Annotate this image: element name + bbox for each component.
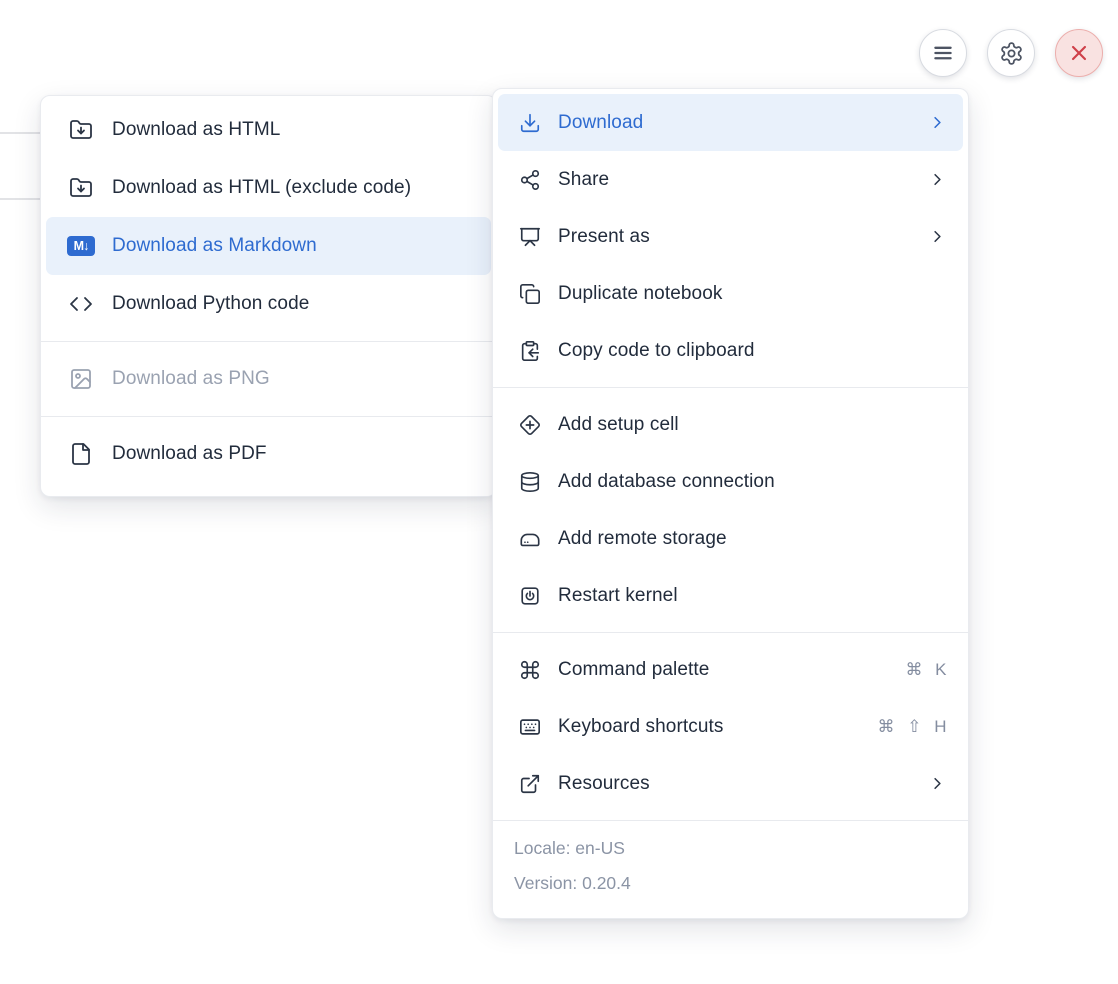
- menu-item-download[interactable]: Download: [498, 94, 963, 151]
- menu-item-download-as-html-exclude-code[interactable]: Download as HTML (exclude code): [46, 159, 491, 217]
- gear-icon: [999, 41, 1024, 66]
- menu-item-label: Resources: [558, 773, 650, 795]
- menu-section: Download Share Present as Duplicate noteboo…: [493, 94, 968, 387]
- storage-drive-icon: [519, 528, 541, 550]
- menu-item-keyboard-shortcuts[interactable]: Keyboard shortcuts ⌘ ⇧ H: [498, 698, 963, 755]
- notebook-menu: Download Share Present as Duplicate noteboo…: [492, 88, 969, 919]
- share-icon: [519, 169, 541, 191]
- diamond-plus-icon: [519, 414, 541, 436]
- menu-item-share[interactable]: Share: [498, 151, 963, 208]
- menu-item-label: Download as HTML (exclude code): [112, 177, 411, 199]
- code-icon: [67, 292, 95, 316]
- menu-item-label: Add database connection: [558, 471, 775, 493]
- menu-item-download-as-png: Download as PNG: [46, 350, 491, 408]
- database-icon: [519, 471, 541, 493]
- menu-item-trailing: ⌘ ⇧ H: [878, 717, 947, 737]
- menu-item-download-as-pdf[interactable]: Download as PDF: [46, 425, 491, 483]
- menu-item-add-setup-cell[interactable]: Add setup cell: [498, 396, 963, 453]
- menu-item-trailing: ⌘ K: [905, 660, 947, 680]
- menu-footer: Locale: en-US Version: 0.20.4: [493, 820, 968, 913]
- menu-item-label: Command palette: [558, 659, 709, 681]
- menu-item-download-python-code[interactable]: Download Python code: [46, 275, 491, 333]
- menu-section: Download as PNG: [41, 341, 496, 416]
- menu-item-add-database-connection[interactable]: Add database connection: [498, 453, 963, 510]
- close-app-button[interactable]: [1055, 29, 1103, 77]
- menu-item-label: Keyboard shortcuts: [558, 716, 724, 738]
- page-border-line: [0, 198, 41, 200]
- clipboard-copy-icon: [519, 340, 541, 362]
- keyboard-icon: [519, 716, 541, 738]
- notebook-menu-button[interactable]: [919, 29, 967, 77]
- file-icon: [67, 442, 95, 466]
- menu-item-trailing: [928, 774, 947, 793]
- folder-down-icon: [67, 118, 95, 142]
- menu-item-resources[interactable]: Resources: [498, 755, 963, 812]
- menu-item-label: Download: [558, 112, 643, 134]
- notebook-actions-toolbar: [919, 29, 1103, 77]
- folder-down-icon: [67, 176, 95, 200]
- image-icon: [67, 367, 95, 391]
- menu-item-trailing: [928, 170, 947, 189]
- menu-item-download-as-html[interactable]: Download as HTML: [46, 101, 491, 159]
- menu-item-label: Download as PNG: [112, 368, 270, 390]
- menu-item-label: Share: [558, 169, 609, 191]
- markdown-badge: M↓: [67, 236, 95, 256]
- close-icon: [1066, 40, 1092, 66]
- shortcut-hint: ⌘ K: [905, 660, 947, 680]
- menu-item-label: Copy code to clipboard: [558, 340, 755, 362]
- menu-item-label: Download as Markdown: [112, 235, 317, 257]
- command-icon: [519, 659, 541, 681]
- menu-item-duplicate-notebook[interactable]: Duplicate notebook: [498, 265, 963, 322]
- external-link-icon: [519, 773, 541, 795]
- menu-item-label: Download Python code: [112, 293, 309, 315]
- chevron-right-icon: [928, 774, 947, 793]
- menu-section: Add setup cell Add database connection Add…: [493, 387, 968, 632]
- download-icon: [519, 112, 541, 134]
- menu-item-label: Add setup cell: [558, 414, 679, 436]
- menu-item-present-as[interactable]: Present as: [498, 208, 963, 265]
- menu-section: Download as HTML Download as HTML (exclud…: [41, 101, 496, 341]
- menu-item-download-as-markdown[interactable]: M↓ Download as Markdown: [46, 217, 491, 275]
- shortcut-hint: ⌘ ⇧ H: [878, 717, 947, 737]
- menu-item-label: Download as HTML: [112, 119, 280, 141]
- menu-item-label: Download as PDF: [112, 443, 267, 465]
- power-square-icon: [519, 585, 541, 607]
- chevron-right-icon: [928, 227, 947, 246]
- settings-button[interactable]: [987, 29, 1035, 77]
- menu-item-command-palette[interactable]: Command palette ⌘ K: [498, 641, 963, 698]
- version-text: Version: 0.20.4: [493, 866, 968, 901]
- presentation-icon: [519, 226, 541, 248]
- page-border-line: [0, 132, 41, 134]
- menu-item-label: Add remote storage: [558, 528, 727, 550]
- hamburger-icon: [930, 40, 956, 66]
- menu-section: Download as PDF: [41, 416, 496, 491]
- menu-item-label: Present as: [558, 226, 650, 248]
- menu-item-label: Restart kernel: [558, 585, 678, 607]
- chevron-right-icon: [928, 113, 947, 132]
- chevron-right-icon: [928, 170, 947, 189]
- menu-item-restart-kernel[interactable]: Restart kernel: [498, 567, 963, 624]
- menu-item-trailing: [928, 113, 947, 132]
- download-submenu: Download as HTML Download as HTML (exclud…: [40, 95, 497, 497]
- markdown-icon: M↓: [67, 234, 95, 258]
- menu-item-label: Duplicate notebook: [558, 283, 722, 305]
- menu-item-copy-code-to-clipboard[interactable]: Copy code to clipboard: [498, 322, 963, 379]
- menu-item-add-remote-storage[interactable]: Add remote storage: [498, 510, 963, 567]
- menu-section: Command palette ⌘ K Keyboard shortcuts ⌘ ⇧ …: [493, 632, 968, 820]
- locale-text: Locale: en-US: [493, 831, 968, 866]
- menu-item-trailing: [928, 227, 947, 246]
- duplicate-icon: [519, 283, 541, 305]
